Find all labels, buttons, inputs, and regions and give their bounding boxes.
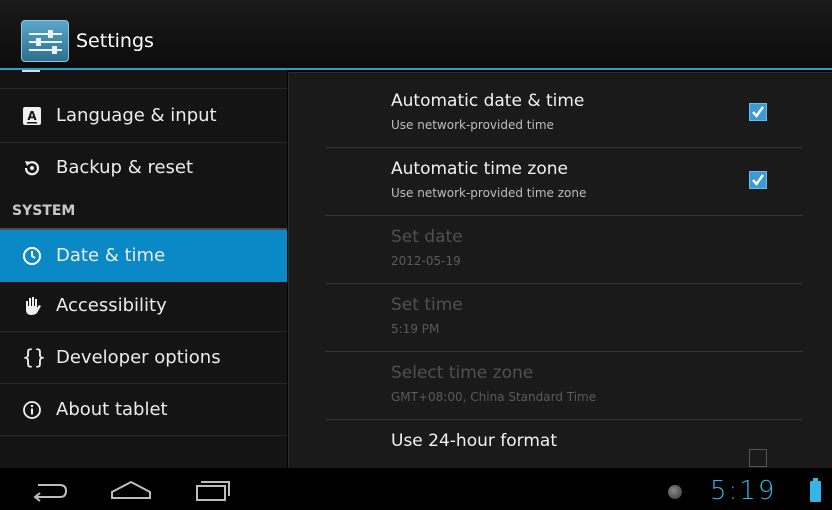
home-icon[interactable] [106, 476, 156, 504]
sidebar-item-label: Developer options [56, 347, 221, 368]
pref-title: Set date [391, 227, 463, 247]
pref-set-date: Set date 2012-05-19 [325, 209, 803, 277]
date-time-settings-panel[interactable]: Automatic date & time Use network-provid… [288, 72, 832, 468]
status-clock[interactable]: 5:19 [710, 476, 776, 506]
clock-icon [22, 246, 42, 266]
app-title: Settings [76, 30, 154, 52]
section-header-label: SYSTEM [12, 203, 76, 219]
pref-summary: GMT+08:00, China Standard Time [391, 390, 597, 404]
pref-title: Set time [391, 295, 463, 315]
pref-summary: 2012-05-19 [391, 254, 461, 268]
settings-category-list[interactable]: A Language & input Backup & reset SYSTEM [0, 70, 287, 468]
sidebar-item-date-time[interactable]: Date & time [0, 230, 287, 282]
info-icon [22, 400, 42, 420]
checkmark-icon [752, 174, 764, 186]
divider [0, 435, 287, 436]
section-header-system: SYSTEM [0, 196, 287, 230]
sidebar-item-backup-reset[interactable]: Backup & reset [0, 142, 287, 194]
sidebar-item-label: Language & input [56, 105, 217, 126]
pref-automatic-date-time[interactable]: Automatic date & time Use network-provid… [325, 73, 803, 141]
svg-text:A: A [27, 109, 37, 123]
sidebar-item-label: About tablet [56, 399, 168, 420]
notification-dot-icon[interactable] [668, 485, 682, 499]
hand-icon [22, 296, 42, 316]
recent-apps-icon[interactable] [186, 476, 236, 504]
pref-title: Automatic time zone [391, 159, 568, 179]
sidebar-item-label: Accessibility [56, 295, 167, 316]
auto-date-time-checkbox[interactable] [749, 103, 767, 121]
sidebar-item-label: Date & time [56, 245, 166, 266]
pref-automatic-time-zone[interactable]: Automatic time zone Use network-provided… [325, 141, 803, 209]
pref-title: Select time zone [391, 363, 534, 383]
checkmark-icon [752, 106, 764, 118]
backup-reset-icon [22, 158, 42, 178]
battery-icon[interactable] [810, 478, 821, 502]
sidebar-item-security[interactable] [0, 70, 287, 78]
sidebar-item-label: Backup & reset [56, 157, 194, 178]
action-bar: Settings [0, 0, 832, 68]
pref-summary: Use network-provided time zone [391, 186, 587, 200]
braces-icon: {} [22, 345, 46, 369]
sidebar-item-language-input[interactable]: A Language & input [0, 90, 287, 142]
sidebar-item-developer-options[interactable]: {} Developer options [0, 332, 287, 384]
keyboard-a-icon: A [22, 106, 42, 126]
svg-text:{}: {} [22, 345, 46, 369]
back-icon[interactable] [24, 476, 74, 504]
system-nav-bar: 5:19 [0, 468, 832, 510]
lock-icon [22, 70, 40, 72]
divider [0, 88, 287, 89]
sidebar-item-accessibility[interactable]: Accessibility [0, 280, 287, 332]
pref-summary: Use network-provided time [391, 118, 554, 132]
pref-select-time-zone: Select time zone GMT+08:00, China Standa… [325, 345, 803, 413]
use-24-hour-checkbox[interactable] [749, 449, 767, 467]
pref-summary: 5:19 PM [391, 322, 440, 336]
auto-time-zone-checkbox[interactable] [749, 171, 767, 189]
pref-title: Use 24-hour format [391, 431, 557, 451]
pref-title: Automatic date & time [391, 91, 585, 111]
pref-set-time: Set time 5:19 PM [325, 277, 803, 345]
sidebar-item-about-tablet[interactable]: About tablet [0, 384, 287, 436]
settings-sliders-icon[interactable] [21, 20, 69, 62]
